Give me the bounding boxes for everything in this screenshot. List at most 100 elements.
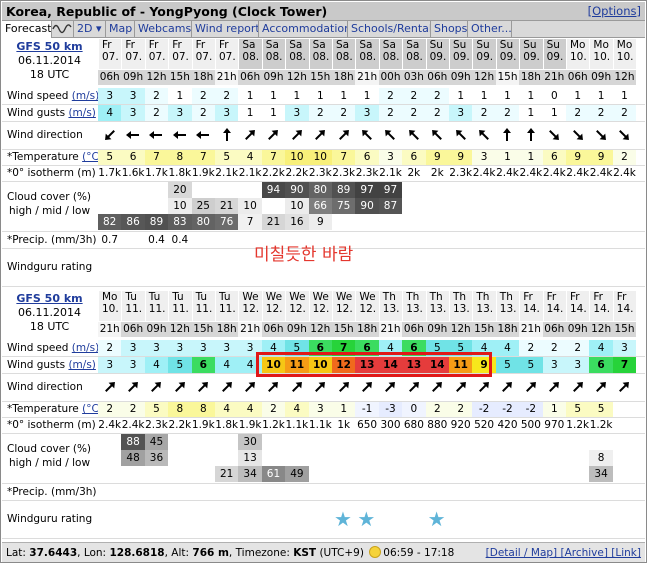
wind-arrow-icon [472, 379, 495, 397]
tab-other[interactable]: Other... [468, 21, 512, 37]
date-header-cell: Su 09. [425, 39, 449, 69]
date-header-cell: Mo 10. [98, 291, 122, 321]
cloud-cell: 7 [238, 214, 262, 230]
date-header-cell: Fr 14. [566, 291, 590, 321]
wind-arrow-icon [543, 127, 566, 145]
day-date: 09. [476, 51, 494, 63]
wind-speed-cell: 2 [402, 88, 426, 104]
day-name: We [312, 291, 329, 303]
cloud-cell: 89 [332, 182, 356, 198]
cloud-cell [168, 434, 191, 450]
wind-gust-cell: 5 [519, 357, 543, 373]
cloud-cell [496, 214, 519, 230]
tab-wind-reports[interactable]: Wind reports [192, 21, 259, 37]
row-label-precip: *Precip. (mm/3h) [2, 232, 97, 248]
cloud-cell [496, 198, 519, 214]
temperature-cell: 8 [168, 402, 192, 417]
temperature-cell: 3 [472, 150, 496, 165]
wind-gust-cell: 5 [495, 357, 520, 373]
wind-speed-cell: 2 [144, 88, 169, 104]
cloud-cell [613, 182, 636, 198]
wind-speed-cell: 2 [425, 88, 449, 104]
wind-speed-cell: 0 [542, 88, 566, 104]
rating-star-icon: ★ [334, 507, 352, 531]
date-header-cell: Fr 14. [542, 291, 566, 321]
date-header-cell: Fr 07. [215, 39, 239, 69]
cloud-cell: 80 [308, 182, 332, 198]
model-link[interactable]: GFS 50 km [2, 40, 97, 54]
row-divider [2, 121, 645, 122]
units-link[interactable]: (m/s) [68, 107, 95, 119]
day-date: 13. [453, 303, 470, 315]
wind-arrow-icon [496, 127, 519, 145]
cloud-cell [145, 466, 168, 482]
hour-cell: 06h [238, 70, 262, 85]
precip-cell [566, 484, 589, 500]
row-label-gusts: Wind gusts (m/s) [2, 357, 97, 373]
wind-gust-cell: 3 [566, 357, 590, 373]
units-link[interactable]: (m/s) [72, 342, 99, 354]
isotherm-cell: 1.1k [285, 419, 309, 431]
tab-webcams[interactable]: Webcams [135, 21, 192, 37]
cloud-label-line2: high / mid / low [9, 457, 91, 469]
wind-gust-cell: 2 [566, 105, 590, 121]
cloud-cell [215, 434, 238, 450]
isotherm-cell: 2.3k [332, 167, 356, 179]
date-header-cell: Tu 11. [191, 291, 215, 321]
wind-arrow-icon [168, 379, 191, 397]
tab-schools-rentals[interactable]: Schools/Rentals [348, 21, 431, 37]
day-date: 11. [219, 303, 236, 315]
units-link[interactable]: (m/s) [68, 359, 95, 371]
date-header-cell: Su 09. [495, 39, 520, 69]
date-header-cell: We 12. [261, 291, 286, 321]
precip-cell [379, 484, 402, 500]
date-header-cell: Sa 08. [285, 39, 309, 69]
model-link[interactable]: GFS 50 km [2, 292, 97, 306]
wave-chart-icon[interactable] [52, 21, 74, 37]
wind-gust-cell: 2 [589, 105, 613, 121]
cloud-cell [121, 466, 144, 482]
day-date: 10. [616, 51, 634, 63]
isotherm-cell: 1.8k [168, 167, 192, 179]
wind-arrow-icon [215, 379, 238, 397]
hour-cell: 12h [285, 70, 309, 85]
day-date: 12. [289, 303, 306, 315]
wind-speed-cell: 1 [238, 88, 262, 104]
tab-2d[interactable]: 2D ▾ [74, 21, 106, 37]
tab-accommodation[interactable]: Accommodation [259, 21, 348, 37]
cloud-label-line1: Cloud cover (%) [7, 191, 92, 203]
wind-speed-cell: 2 [378, 88, 403, 104]
date-header-cell: Fr 07. [191, 39, 215, 69]
row-label-dirs: Wind direction [2, 122, 97, 149]
wind-gust-cell: 3 [98, 357, 122, 373]
wind-arrow-icon [238, 127, 261, 145]
tab-forecast[interactable]: Forecast [2, 21, 52, 38]
wind-gust-cell: 2 [308, 105, 332, 121]
options-link[interactable]: [Options] [588, 4, 641, 18]
cloud-label-line1: Cloud cover (%) [7, 443, 92, 455]
page-title: Korea, Republic of - YongPyong (Clock To… [6, 4, 328, 19]
row-label-precip: *Precip. (mm/3h) [2, 484, 97, 500]
rating-star-icon: ★ [427, 507, 446, 531]
tab-shops[interactable]: Shops [431, 21, 468, 37]
wind-speed-cell: 1 [332, 88, 356, 104]
hour-cell: 06h [402, 322, 426, 337]
temperature-cell: 8 [191, 402, 215, 417]
wind-speed-cell: 1 [168, 88, 192, 104]
row-label-text: Windguru rating [7, 261, 93, 273]
row-label-text: Wind speed [7, 90, 69, 102]
wind-arrow-icon [355, 127, 378, 145]
temperature-cell: -3 [378, 402, 403, 417]
isotherm-cell: 2.4k [472, 167, 496, 179]
units-link[interactable]: (m/s) [72, 90, 99, 102]
isotherm-cell: 2.4k [589, 167, 613, 179]
precip-cell [566, 232, 589, 248]
row-label-text: *Temperature [7, 403, 79, 415]
wind-arrow-icon [543, 379, 566, 397]
footer-links[interactable]: [Detail / Map] [Archive] [Link] [486, 543, 641, 562]
cloud-cell: 34 [238, 466, 262, 482]
alt-value: 766 m [192, 547, 229, 559]
cloud-cell [472, 450, 495, 466]
cloud-cell [543, 182, 566, 198]
tab-map[interactable]: Map [106, 21, 135, 37]
